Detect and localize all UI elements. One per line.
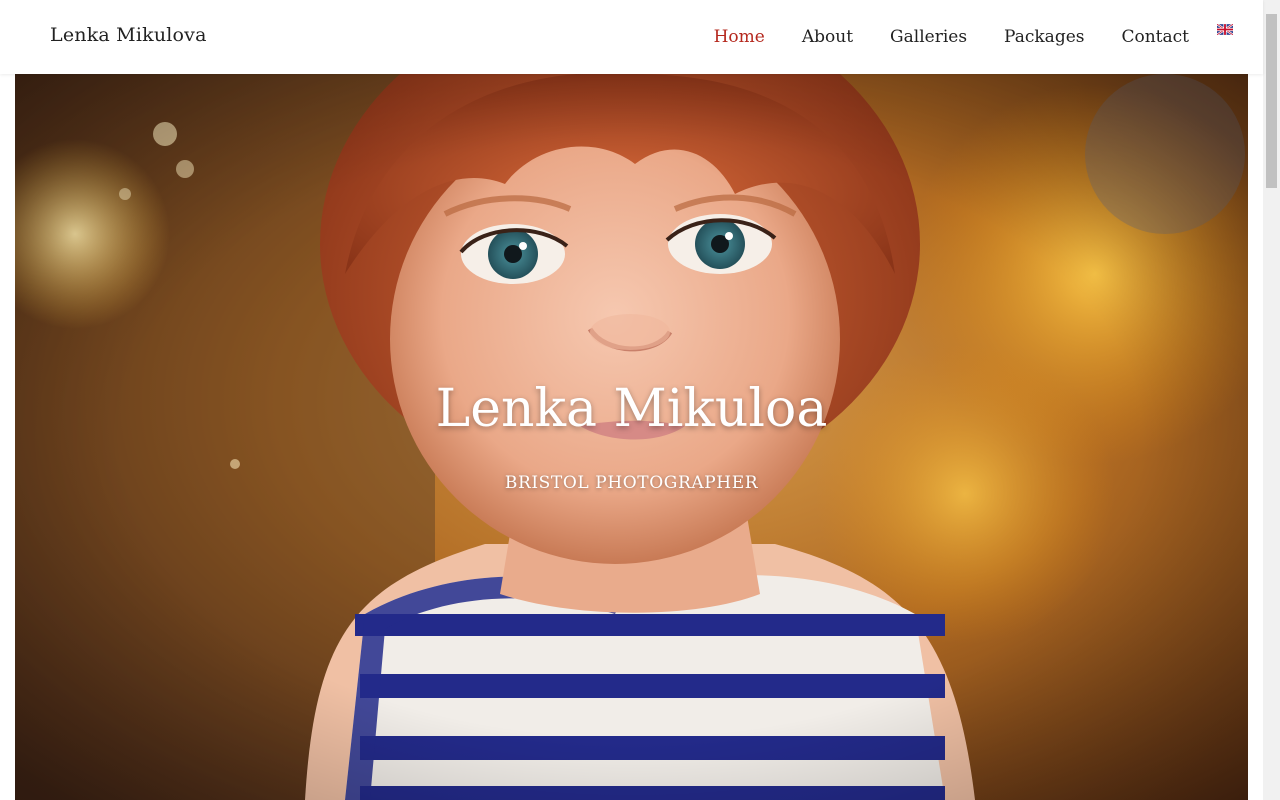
uk-flag-icon[interactable] bbox=[1217, 23, 1233, 35]
nav-item-galleries[interactable]: Galleries bbox=[890, 0, 967, 74]
nav-item-contact[interactable]: Contact bbox=[1121, 0, 1189, 74]
nav-item-about[interactable]: About bbox=[802, 0, 853, 74]
nav-item-home[interactable]: Home bbox=[714, 0, 765, 74]
site-logo[interactable]: Lenka Mikulova bbox=[50, 24, 207, 46]
page-scrollbar[interactable] bbox=[1263, 0, 1280, 800]
scrollbar-thumb[interactable] bbox=[1266, 14, 1277, 188]
nav-item-packages[interactable]: Packages bbox=[1004, 0, 1084, 74]
hero-subtitle: BRISTOL PHOTOGRAPHER bbox=[504, 473, 759, 493]
main-nav: Home About Galleries Packages Contact bbox=[677, 0, 1263, 74]
site-header: Lenka Mikulova Home About Galleries Pack… bbox=[0, 0, 1263, 74]
hero-banner: Lenka Mikuloa BRISTOL PHOTOGRAPHER bbox=[15, 74, 1248, 800]
hero-title: Lenka Mikuloa bbox=[435, 379, 828, 439]
